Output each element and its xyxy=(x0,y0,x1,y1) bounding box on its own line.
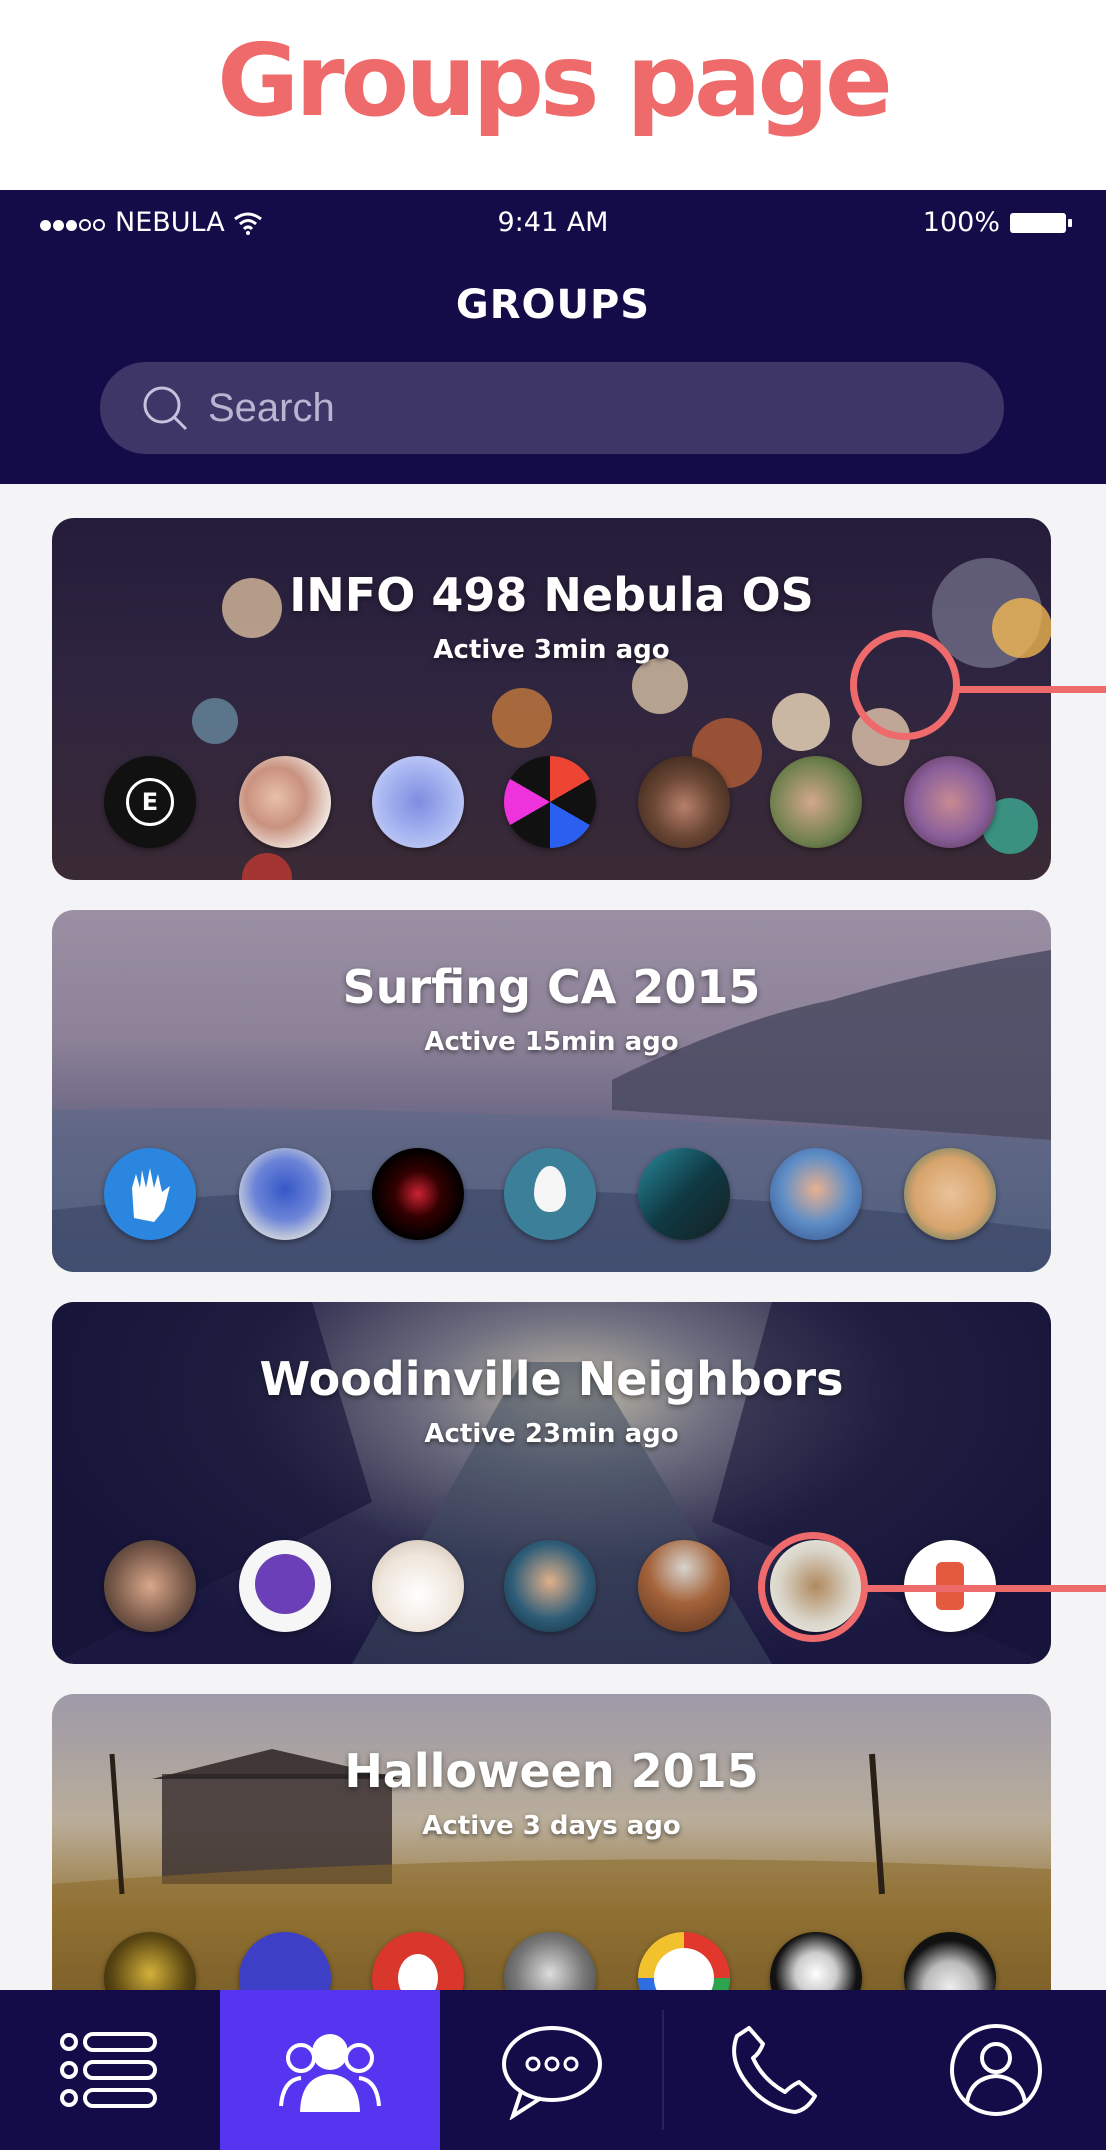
member-avatar[interactable] xyxy=(638,756,730,848)
member-avatar[interactable]: E xyxy=(104,756,196,848)
group-activity: Active 23min ago xyxy=(424,1419,679,1449)
hand-icon xyxy=(132,1168,170,1222)
member-avatars xyxy=(52,1148,1051,1248)
status-bar: NEBULA 9:41 AM 100% xyxy=(0,190,1106,260)
group-name: Surfing CA 2015 xyxy=(342,960,761,1014)
search-input[interactable]: Search xyxy=(208,386,335,431)
phone-icon xyxy=(732,2026,817,2114)
egg-icon xyxy=(534,1166,566,1212)
member-avatar[interactable] xyxy=(239,1540,331,1632)
member-avatar[interactable] xyxy=(504,756,596,848)
member-avatar[interactable] xyxy=(372,1540,464,1632)
member-avatar[interactable] xyxy=(770,1148,862,1240)
phone-screen: NEBULA 9:41 AM 100% GROUPS Search INFO 4… xyxy=(0,190,1106,2150)
search-icon xyxy=(143,386,188,431)
member-avatar[interactable] xyxy=(638,1148,730,1240)
member-avatar[interactable] xyxy=(904,1148,996,1240)
annotation-callout-line xyxy=(862,1585,1106,1592)
member-avatar[interactable] xyxy=(239,1148,331,1240)
member-avatar[interactable] xyxy=(904,756,996,848)
battery-percent: 100% xyxy=(922,207,1000,238)
group-activity: Active 15min ago xyxy=(424,1027,679,1057)
member-avatar[interactable] xyxy=(372,1148,464,1240)
member-avatar[interactable] xyxy=(504,1540,596,1632)
annotation-callout-line xyxy=(956,686,1106,693)
group-card-surfing[interactable]: Surfing CA 2015 Active 15min ago xyxy=(52,910,1051,1272)
member-avatars: E xyxy=(52,756,1051,856)
tab-profile[interactable] xyxy=(886,1990,1106,2150)
page-heading: Groups page xyxy=(217,22,893,139)
battery-icon xyxy=(1010,212,1072,233)
member-avatar[interactable] xyxy=(638,1540,730,1632)
tab-messages[interactable] xyxy=(442,1990,662,2150)
tab-groups[interactable] xyxy=(220,1990,440,2150)
groups-icon xyxy=(279,2034,381,2112)
member-avatar[interactable] xyxy=(104,1540,196,1632)
tab-menu[interactable] xyxy=(0,1990,220,2150)
bokeh-light xyxy=(192,698,238,744)
group-card-woodinville[interactable]: Woodinville Neighbors Active 23min ago xyxy=(52,1302,1051,1664)
member-avatar[interactable] xyxy=(104,1148,196,1240)
app-header: NEBULA 9:41 AM 100% GROUPS Search xyxy=(0,190,1106,484)
annotation-callout-circle xyxy=(758,1532,868,1642)
search-bar[interactable]: Search xyxy=(100,362,1004,454)
bokeh-light xyxy=(772,693,830,751)
octopus-icon xyxy=(255,1554,315,1614)
member-avatar[interactable] xyxy=(372,756,464,848)
annotation-callout-circle xyxy=(850,630,960,740)
page-title: GROUPS xyxy=(455,282,651,328)
bokeh-light xyxy=(632,658,688,714)
group-name: INFO 498 Nebula OS xyxy=(289,568,814,622)
bottom-tab-bar xyxy=(0,1990,1106,2150)
profile-icon xyxy=(950,2024,1042,2116)
member-avatar[interactable] xyxy=(770,756,862,848)
group-name: Halloween 2015 xyxy=(344,1744,759,1798)
member-avatar[interactable] xyxy=(239,756,331,848)
group-name: Woodinville Neighbors xyxy=(259,1352,844,1406)
bokeh-light xyxy=(492,688,552,748)
tab-calls[interactable] xyxy=(664,1990,884,2150)
member-avatar[interactable] xyxy=(504,1148,596,1240)
group-activity: Active 3 days ago xyxy=(422,1811,681,1841)
chat-bubble-icon xyxy=(502,2026,602,2120)
menu-list-icon xyxy=(60,2032,157,2108)
avatar-letter: E xyxy=(126,778,174,826)
